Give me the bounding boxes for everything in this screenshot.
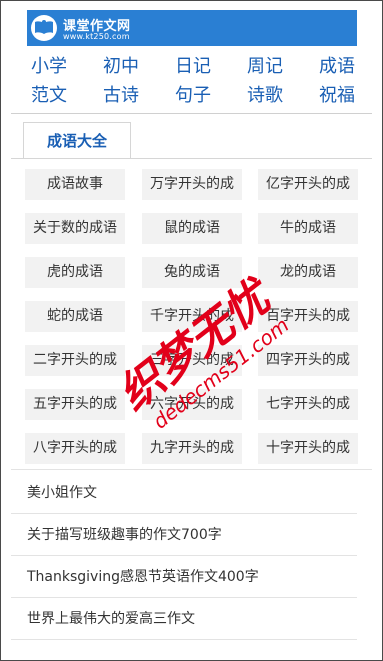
grid-item[interactable]: 七字开头的成 [258, 389, 358, 420]
list-item[interactable]: 世界上最伟大的爱高三作文 [11, 599, 357, 640]
book-icon [31, 15, 57, 41]
grid-item[interactable]: 关于数的成语 [25, 213, 125, 244]
grid-item[interactable]: 龙的成语 [258, 257, 358, 288]
tab-chengyu-daquan[interactable]: 成语大全 [23, 122, 131, 159]
grid-item[interactable]: 虎的成语 [25, 257, 125, 288]
list-item[interactable]: Thanksgiving感恩节英语作文400字 [11, 557, 357, 598]
grid-item[interactable]: 兔的成语 [142, 257, 242, 288]
tab-bar: 成语大全 [11, 113, 372, 159]
grid-item[interactable]: 万字开头的成 [142, 169, 242, 200]
grid-item[interactable]: 亿字开头的成 [258, 169, 358, 200]
list-divider [11, 469, 372, 470]
grid-item[interactable]: 四字开头的成 [258, 345, 358, 376]
grid-item[interactable]: 千字开头的成 [142, 301, 242, 332]
nav-item-xiaoxue[interactable]: 小学 [31, 53, 91, 81]
nav-item-fanwen[interactable]: 范文 [31, 82, 91, 110]
grid-item[interactable]: 二字开头的成 [25, 345, 125, 376]
grid-item[interactable]: 成语故事 [25, 169, 125, 200]
nav-item-juzi[interactable]: 句子 [175, 82, 235, 110]
site-url: www.kt250.com [63, 32, 130, 41]
nav-item-zhufu[interactable]: 祝福 [319, 82, 379, 110]
grid-item[interactable]: 牛的成语 [258, 213, 358, 244]
grid-item[interactable]: 蛇的成语 [25, 301, 125, 332]
idiom-grid: 成语故事 万字开头的成 亿字开头的成 关于数的成语 鼠的成语 牛的成语 虎的成语… [11, 158, 372, 464]
grid-item[interactable]: 百字开头的成 [258, 301, 358, 332]
grid-item[interactable]: 三字开头的成 [142, 345, 242, 376]
grid-item[interactable]: 六字开头的成 [142, 389, 242, 420]
logo[interactable]: 课堂作文网 www.kt250.com [27, 10, 357, 46]
category-nav: 小学 初中 日记 周记 成语 范文 古诗 句子 诗歌 祝福 [1, 53, 382, 111]
grid-item[interactable]: 八字开头的成 [25, 433, 125, 464]
grid-item[interactable]: 十字开头的成 [258, 433, 358, 464]
grid-item[interactable]: 九字开头的成 [142, 433, 242, 464]
page-frame: 课堂作文网 www.kt250.com 小学 初中 日记 周记 成语 范文 古诗… [0, 0, 383, 661]
nav-item-shige[interactable]: 诗歌 [247, 82, 307, 110]
list-item[interactable]: 关于描写班级趣事的作文700字 [11, 515, 357, 556]
nav-item-gushi[interactable]: 古诗 [103, 82, 163, 110]
nav-item-chuzhong[interactable]: 初中 [103, 53, 163, 81]
nav-item-zhouji[interactable]: 周记 [247, 53, 307, 81]
nav-item-chengyu[interactable]: 成语 [319, 53, 379, 81]
header: 课堂作文网 www.kt250.com [1, 1, 382, 47]
grid-item[interactable]: 鼠的成语 [142, 213, 242, 244]
nav-item-riji[interactable]: 日记 [175, 53, 235, 81]
list-item[interactable]: 美小姐作文 [11, 473, 357, 514]
grid-item[interactable]: 五字开头的成 [25, 389, 125, 420]
